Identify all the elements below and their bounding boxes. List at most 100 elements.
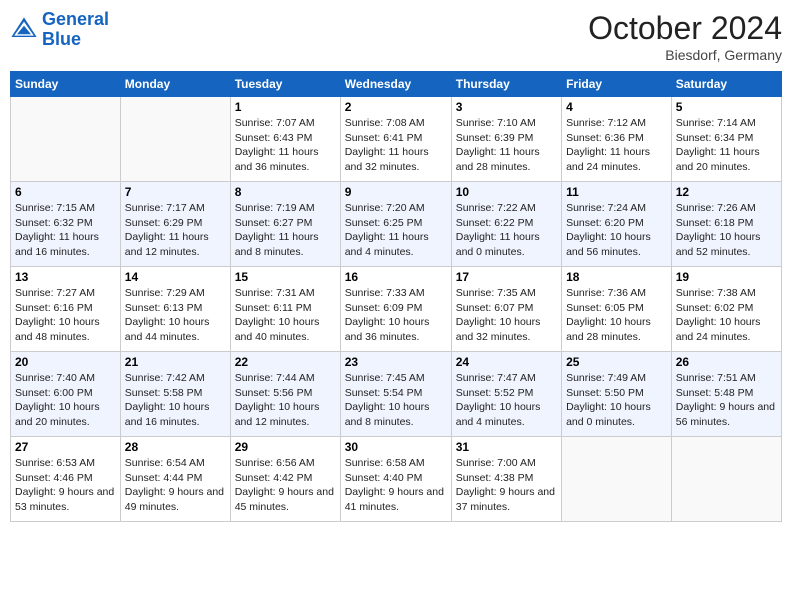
calendar-cell: 4 Sunrise: 7:12 AMSunset: 6:36 PMDaylight… <box>562 97 672 182</box>
day-number: 27 <box>15 440 116 454</box>
day-number: 28 <box>125 440 226 454</box>
day-detail: Sunrise: 7:35 AMSunset: 6:07 PMDaylight:… <box>456 286 557 345</box>
day-number: 12 <box>676 185 777 199</box>
calendar-cell: 17 Sunrise: 7:35 AMSunset: 6:07 PMDayligh… <box>451 267 561 352</box>
calendar-cell: 11 Sunrise: 7:24 AMSunset: 6:20 PMDayligh… <box>562 182 672 267</box>
day-number: 9 <box>345 185 447 199</box>
day-detail: Sunrise: 7:17 AMSunset: 6:29 PMDaylight:… <box>125 201 226 260</box>
day-detail: Sunrise: 7:20 AMSunset: 6:25 PMDaylight:… <box>345 201 447 260</box>
day-detail: Sunrise: 6:54 AMSunset: 4:44 PMDaylight:… <box>125 456 226 515</box>
day-detail: Sunrise: 7:07 AMSunset: 6:43 PMDaylight:… <box>235 116 336 175</box>
day-number: 13 <box>15 270 116 284</box>
day-detail: Sunrise: 7:47 AMSunset: 5:52 PMDaylight:… <box>456 371 557 430</box>
day-number: 17 <box>456 270 557 284</box>
day-detail: Sunrise: 7:19 AMSunset: 6:27 PMDaylight:… <box>235 201 336 260</box>
month-title: October 2024 <box>588 10 782 47</box>
day-detail: Sunrise: 7:15 AMSunset: 6:32 PMDaylight:… <box>15 201 116 260</box>
weekday-header: Friday <box>562 72 672 97</box>
calendar-cell: 27 Sunrise: 6:53 AMSunset: 4:46 PMDayligh… <box>11 437 121 522</box>
day-detail: Sunrise: 7:49 AMSunset: 5:50 PMDaylight:… <box>566 371 667 430</box>
day-number: 7 <box>125 185 226 199</box>
day-detail: Sunrise: 7:00 AMSunset: 4:38 PMDaylight:… <box>456 456 557 515</box>
weekday-header-row: SundayMondayTuesdayWednesdayThursdayFrid… <box>11 72 782 97</box>
day-detail: Sunrise: 6:53 AMSunset: 4:46 PMDaylight:… <box>15 456 116 515</box>
calendar-cell: 20 Sunrise: 7:40 AMSunset: 6:00 PMDayligh… <box>11 352 121 437</box>
day-detail: Sunrise: 7:31 AMSunset: 6:11 PMDaylight:… <box>235 286 336 345</box>
day-number: 1 <box>235 100 336 114</box>
day-number: 14 <box>125 270 226 284</box>
calendar-cell: 3Sunrise: 7:10 AMSunset: 6:39 PMDaylight… <box>451 97 561 182</box>
logo-icon <box>10 16 38 44</box>
day-detail: Sunrise: 7:33 AMSunset: 6:09 PMDaylight:… <box>345 286 447 345</box>
calendar-cell: 7 Sunrise: 7:17 AMSunset: 6:29 PMDaylight… <box>120 182 230 267</box>
day-number: 20 <box>15 355 116 369</box>
day-detail: Sunrise: 7:45 AMSunset: 5:54 PMDaylight:… <box>345 371 447 430</box>
calendar-cell: 31 Sunrise: 7:00 AMSunset: 4:38 PMDayligh… <box>451 437 561 522</box>
calendar-cell: 6 Sunrise: 7:15 AMSunset: 6:32 PMDaylight… <box>11 182 121 267</box>
day-detail: Sunrise: 7:29 AMSunset: 6:13 PMDaylight:… <box>125 286 226 345</box>
weekday-header: Tuesday <box>230 72 340 97</box>
calendar-cell: 19Sunrise: 7:38 AMSunset: 6:02 PMDayligh… <box>671 267 781 352</box>
weekday-header: Thursday <box>451 72 561 97</box>
day-number: 6 <box>15 185 116 199</box>
weekday-header: Saturday <box>671 72 781 97</box>
calendar-cell: 8 Sunrise: 7:19 AMSunset: 6:27 PMDaylight… <box>230 182 340 267</box>
day-number: 23 <box>345 355 447 369</box>
calendar-cell: 28 Sunrise: 6:54 AMSunset: 4:44 PMDayligh… <box>120 437 230 522</box>
day-number: 31 <box>456 440 557 454</box>
weekday-header: Wednesday <box>340 72 451 97</box>
calendar-cell: 29 Sunrise: 6:56 AMSunset: 4:42 PMDayligh… <box>230 437 340 522</box>
calendar-cell: 26 Sunrise: 7:51 AMSunset: 5:48 PMDayligh… <box>671 352 781 437</box>
calendar-cell: 2Sunrise: 7:08 AMSunset: 6:41 PMDaylight… <box>340 97 451 182</box>
day-detail: Sunrise: 7:36 AMSunset: 6:05 PMDaylight:… <box>566 286 667 345</box>
calendar-cell: 13 Sunrise: 7:27 AMSunset: 6:16 PMDayligh… <box>11 267 121 352</box>
day-detail: Sunrise: 7:51 AMSunset: 5:48 PMDaylight:… <box>676 371 777 430</box>
logo-line1: General <box>42 9 109 29</box>
calendar-week-row: 27 Sunrise: 6:53 AMSunset: 4:46 PMDayligh… <box>11 437 782 522</box>
day-number: 8 <box>235 185 336 199</box>
calendar-week-row: 20 Sunrise: 7:40 AMSunset: 6:00 PMDayligh… <box>11 352 782 437</box>
calendar-week-row: 6 Sunrise: 7:15 AMSunset: 6:32 PMDaylight… <box>11 182 782 267</box>
calendar-cell: 16 Sunrise: 7:33 AMSunset: 6:09 PMDayligh… <box>340 267 451 352</box>
weekday-header: Sunday <box>11 72 121 97</box>
calendar-cell <box>671 437 781 522</box>
day-detail: Sunrise: 7:40 AMSunset: 6:00 PMDaylight:… <box>15 371 116 430</box>
day-detail: Sunrise: 7:44 AMSunset: 5:56 PMDaylight:… <box>235 371 336 430</box>
calendar-cell: 1 Sunrise: 7:07 AMSunset: 6:43 PMDaylight… <box>230 97 340 182</box>
calendar-cell: 25Sunrise: 7:49 AMSunset: 5:50 PMDayligh… <box>562 352 672 437</box>
calendar-table: SundayMondayTuesdayWednesdayThursdayFrid… <box>10 71 782 522</box>
calendar-cell: 23 Sunrise: 7:45 AMSunset: 5:54 PMDayligh… <box>340 352 451 437</box>
day-number: 10 <box>456 185 557 199</box>
day-detail: Sunrise: 7:42 AMSunset: 5:58 PMDaylight:… <box>125 371 226 430</box>
day-number: 4 <box>566 100 667 114</box>
day-number: 15 <box>235 270 336 284</box>
day-number: 22 <box>235 355 336 369</box>
day-number: 21 <box>125 355 226 369</box>
calendar-cell: 22 Sunrise: 7:44 AMSunset: 5:56 PMDayligh… <box>230 352 340 437</box>
day-detail: Sunrise: 7:12 AMSunset: 6:36 PMDaylight:… <box>566 116 667 175</box>
day-detail: Sunrise: 7:27 AMSunset: 6:16 PMDaylight:… <box>15 286 116 345</box>
title-block: October 2024 Biesdorf, Germany <box>588 10 782 63</box>
day-number: 18 <box>566 270 667 284</box>
calendar-week-row: 13 Sunrise: 7:27 AMSunset: 6:16 PMDayligh… <box>11 267 782 352</box>
day-detail: Sunrise: 7:26 AMSunset: 6:18 PMDaylight:… <box>676 201 777 260</box>
page-header: General Blue October 2024 Biesdorf, Germ… <box>10 10 782 63</box>
calendar-cell: 15 Sunrise: 7:31 AMSunset: 6:11 PMDayligh… <box>230 267 340 352</box>
calendar-cell: 5Sunrise: 7:14 AMSunset: 6:34 PMDaylight… <box>671 97 781 182</box>
day-detail: Sunrise: 6:56 AMSunset: 4:42 PMDaylight:… <box>235 456 336 515</box>
calendar-cell: 12 Sunrise: 7:26 AMSunset: 6:18 PMDayligh… <box>671 182 781 267</box>
day-number: 24 <box>456 355 557 369</box>
day-number: 26 <box>676 355 777 369</box>
day-number: 16 <box>345 270 447 284</box>
calendar-cell <box>562 437 672 522</box>
weekday-header: Monday <box>120 72 230 97</box>
day-detail: Sunrise: 7:38 AMSunset: 6:02 PMDaylight:… <box>676 286 777 345</box>
logo-text: General Blue <box>42 10 109 50</box>
day-number: 11 <box>566 185 667 199</box>
calendar-cell: 10Sunrise: 7:22 AMSunset: 6:22 PMDayligh… <box>451 182 561 267</box>
day-detail: Sunrise: 7:24 AMSunset: 6:20 PMDaylight:… <box>566 201 667 260</box>
day-detail: Sunrise: 7:10 AMSunset: 6:39 PMDaylight:… <box>456 116 557 175</box>
day-number: 29 <box>235 440 336 454</box>
day-detail: Sunrise: 6:58 AMSunset: 4:40 PMDaylight:… <box>345 456 447 515</box>
calendar-cell <box>120 97 230 182</box>
